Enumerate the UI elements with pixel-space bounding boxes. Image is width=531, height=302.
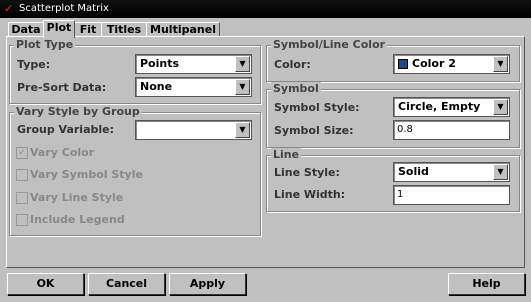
title-bar: ✓ Scatterplot Matrix: [0, 0, 531, 18]
color-label: Color:: [274, 58, 311, 71]
vary-symbol-style-checkbox[interactable]: [16, 169, 28, 181]
vary-line-style-checkbox[interactable]: [16, 192, 28, 204]
tab-plot[interactable]: Plot: [43, 20, 75, 38]
presort-select[interactable]: None ▼: [135, 77, 252, 97]
symbol-style-value: Circle, Empty: [398, 100, 481, 113]
chevron-down-icon[interactable]: ▼: [493, 56, 508, 72]
tab-titles[interactable]: Titles: [101, 22, 147, 37]
symbol-line-color-title: Symbol/Line Color: [271, 38, 388, 51]
plot-type-title: Plot Type: [14, 38, 76, 51]
group-variable-label: Group Variable:: [17, 123, 115, 136]
vary-color-checkbox[interactable]: ✓: [16, 147, 28, 159]
chevron-down-icon[interactable]: ▼: [493, 164, 508, 180]
line-style-select[interactable]: Solid ▼: [393, 162, 510, 182]
line-title: Line: [271, 148, 302, 161]
symbol-size-input[interactable]: 0.8: [393, 120, 510, 140]
type-value: Points: [140, 57, 180, 70]
line-style-value: Solid: [398, 165, 429, 178]
chevron-down-icon[interactable]: ▼: [235, 122, 250, 138]
ok-button[interactable]: OK: [7, 273, 84, 295]
symbol-style-select[interactable]: Circle, Empty ▼: [393, 97, 510, 117]
symbol-size-value: 0.8: [397, 124, 413, 135]
color-swatch: [398, 59, 408, 69]
cancel-button[interactable]: Cancel: [88, 273, 165, 295]
apply-button[interactable]: Apply: [169, 273, 246, 295]
type-label: Type:: [17, 58, 51, 71]
symbol-style-label: Symbol Style:: [274, 101, 360, 114]
color-value: Color 2: [412, 57, 456, 70]
app-icon: ✓: [4, 2, 14, 15]
symbol-size-label: Symbol Size:: [274, 124, 354, 137]
chevron-down-icon[interactable]: ▼: [235, 56, 250, 72]
chevron-down-icon[interactable]: ▼: [235, 79, 250, 95]
vary-symbol-style-label: Vary Symbol Style: [30, 168, 143, 181]
window-title: Scatterplot Matrix: [19, 3, 109, 14]
line-width-value: 1: [397, 189, 404, 200]
tab-fit[interactable]: Fit: [74, 22, 102, 37]
group-variable-select[interactable]: ▼: [135, 120, 252, 140]
tab-data[interactable]: Data: [8, 22, 44, 37]
type-select[interactable]: Points ▼: [135, 54, 252, 74]
chevron-down-icon[interactable]: ▼: [493, 99, 508, 115]
presort-value: None: [140, 80, 173, 93]
presort-label: Pre-Sort Data:: [17, 81, 107, 94]
vary-line-style-label: Vary Line Style: [30, 191, 124, 204]
include-legend-checkbox[interactable]: [16, 214, 28, 226]
tab-multipanel[interactable]: Multipanel: [146, 22, 220, 37]
line-width-label: Line Width:: [274, 188, 346, 201]
symbol-title: Symbol: [271, 82, 321, 95]
include-legend-label: Include Legend: [30, 213, 125, 226]
color-select[interactable]: Color 2 ▼: [393, 54, 510, 74]
help-button[interactable]: Help: [448, 273, 525, 295]
line-width-input[interactable]: 1: [393, 185, 510, 205]
line-style-label: Line Style:: [274, 166, 340, 179]
color-value-wrap: Color 2: [398, 57, 456, 70]
vary-style-title: Vary Style by Group: [14, 105, 142, 118]
vary-color-label: Vary Color: [30, 146, 95, 159]
